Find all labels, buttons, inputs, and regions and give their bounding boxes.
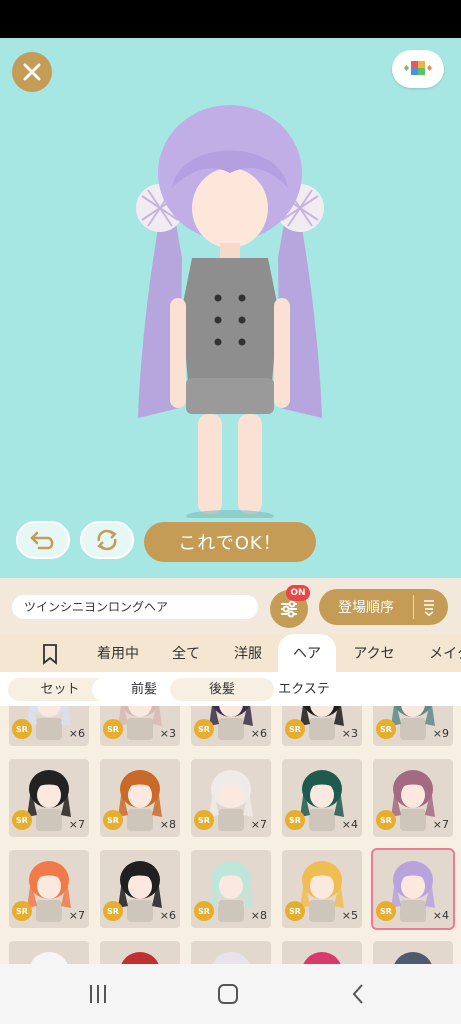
hair-item-card[interactable]: SR ×4 — [371, 848, 455, 930]
hair-item-card[interactable]: SR ×7 — [373, 759, 453, 837]
rarity-badge: SR — [103, 810, 123, 830]
sort-order-label: 登場順序 — [338, 600, 394, 616]
hair-item-card[interactable]: SR — [373, 941, 453, 964]
color-palette-button[interactable] — [392, 50, 444, 88]
refresh-icon — [97, 529, 117, 551]
hair-item-card[interactable]: SR ×8 — [191, 850, 271, 928]
hair-preview-icon — [212, 952, 250, 964]
close-button[interactable] — [12, 52, 52, 92]
rarity-badge: SR — [12, 810, 32, 830]
item-count: ×3 — [159, 727, 176, 740]
item-count: ×8 — [159, 818, 176, 831]
rarity-badge: SR — [376, 901, 396, 921]
item-count: ×4 — [341, 818, 358, 831]
hair-item-card[interactable]: SR ×3 — [282, 706, 362, 746]
item-count: ×7 — [432, 818, 449, 831]
tab-hair[interactable]: ヘア — [278, 634, 336, 672]
hair-item-card[interactable]: SR ×4 — [282, 759, 362, 837]
back-icon — [352, 984, 363, 1004]
close-icon — [23, 63, 41, 81]
filter-on-badge: ON — [286, 585, 310, 601]
item-name-label: ツインシニヨンロングヘア — [12, 595, 258, 619]
rarity-badge: SR — [194, 719, 214, 739]
tab-makeup[interactable]: メイク — [420, 634, 461, 672]
hair-item-card[interactable]: SR ×9 — [373, 706, 453, 746]
rarity-badge: SR — [376, 719, 396, 739]
hair-item-card[interactable]: SR ×6 — [100, 850, 180, 928]
hair-item-card[interactable]: SR ×7 — [9, 850, 89, 928]
system-nav-bar — [0, 964, 461, 1024]
hair-preview-icon — [30, 952, 68, 964]
hair-item-card[interactable]: SR ×8 — [100, 759, 180, 837]
hair-item-card[interactable]: SR — [9, 941, 89, 964]
hair-item-card[interactable]: SR ×7 — [191, 759, 271, 837]
item-info-bar: ツインシニヨンロングヘア ON 登場順序 — [0, 578, 461, 634]
rarity-badge: SR — [103, 901, 123, 921]
back-button[interactable] — [338, 978, 378, 1010]
category-tabs: 着用中 全て 洋服 ヘア アクセ メイク — [0, 634, 461, 672]
item-count: ×6 — [68, 727, 85, 740]
item-count: ×8 — [250, 909, 267, 922]
tab-bookmark[interactable] — [30, 634, 70, 672]
undo-button[interactable] — [16, 521, 70, 559]
rarity-badge: SR — [194, 810, 214, 830]
item-count: ×9 — [432, 727, 449, 740]
rarity-badge: SR — [285, 719, 305, 739]
hair-preview-icon — [303, 952, 341, 964]
avatar-stage: これでOK！ — [0, 38, 461, 578]
sliders-icon — [281, 600, 297, 618]
hair-item-card[interactable]: SR ×6 — [9, 706, 89, 746]
hair-subtabs: セット 前髪 後髪 エクステ — [0, 672, 461, 706]
hair-item-card[interactable]: SR — [282, 941, 362, 964]
item-count: ×7 — [250, 818, 267, 831]
hair-item-card[interactable]: SR — [100, 941, 180, 964]
item-count: ×7 — [68, 818, 85, 831]
hair-item-card[interactable]: SR ×6 — [191, 706, 271, 746]
recent-apps-icon — [90, 985, 106, 1003]
rarity-badge: SR — [194, 901, 214, 921]
tab-all[interactable]: 全て — [160, 634, 212, 672]
rarity-badge: SR — [285, 901, 305, 921]
tab-accessories[interactable]: アクセ — [344, 634, 404, 672]
undo-icon — [30, 531, 54, 550]
item-count: ×6 — [159, 909, 176, 922]
sort-order-button[interactable]: 登場順序 — [319, 589, 448, 625]
item-count: ×6 — [250, 727, 267, 740]
recent-apps-button[interactable] — [78, 978, 118, 1010]
bookmark-icon — [43, 644, 57, 665]
home-icon — [218, 984, 238, 1004]
tab-wearing[interactable]: 着用中 — [88, 634, 148, 672]
color-palette-icon — [404, 61, 432, 75]
hair-item-card[interactable]: SR ×7 — [9, 759, 89, 837]
subtab-extensions[interactable]: エクステ — [252, 678, 356, 701]
status-bar — [0, 0, 461, 38]
rarity-badge: SR — [103, 719, 123, 739]
item-count: ×7 — [68, 909, 85, 922]
item-grid: SR ×6 SR ×3 SR ×6 SR ×3 SR ×9 SR ×7 SR ×8 SR ×7 SR ×4 SR ×7… — [0, 706, 461, 964]
tab-clothes[interactable]: 洋服 — [222, 634, 274, 672]
hair-preview-icon — [121, 952, 159, 964]
rarity-badge: SR — [285, 810, 305, 830]
item-count: ×3 — [341, 727, 358, 740]
sort-direction-icon — [424, 600, 434, 616]
rarity-badge: SR — [12, 719, 32, 739]
confirm-ok-button[interactable]: これでOK！ — [144, 522, 316, 562]
hair-item-card[interactable]: SR — [191, 941, 271, 964]
item-count: ×4 — [432, 909, 449, 922]
rarity-badge: SR — [376, 810, 396, 830]
avatar-character — [136, 105, 324, 518]
hair-item-card[interactable]: SR ×3 — [100, 706, 180, 746]
hair-preview-icon — [394, 952, 432, 964]
item-count: ×5 — [341, 909, 358, 922]
home-button[interactable] — [208, 978, 248, 1010]
rarity-badge: SR — [12, 901, 32, 921]
hair-item-card[interactable]: SR ×5 — [282, 850, 362, 928]
reset-button[interactable] — [80, 521, 134, 559]
